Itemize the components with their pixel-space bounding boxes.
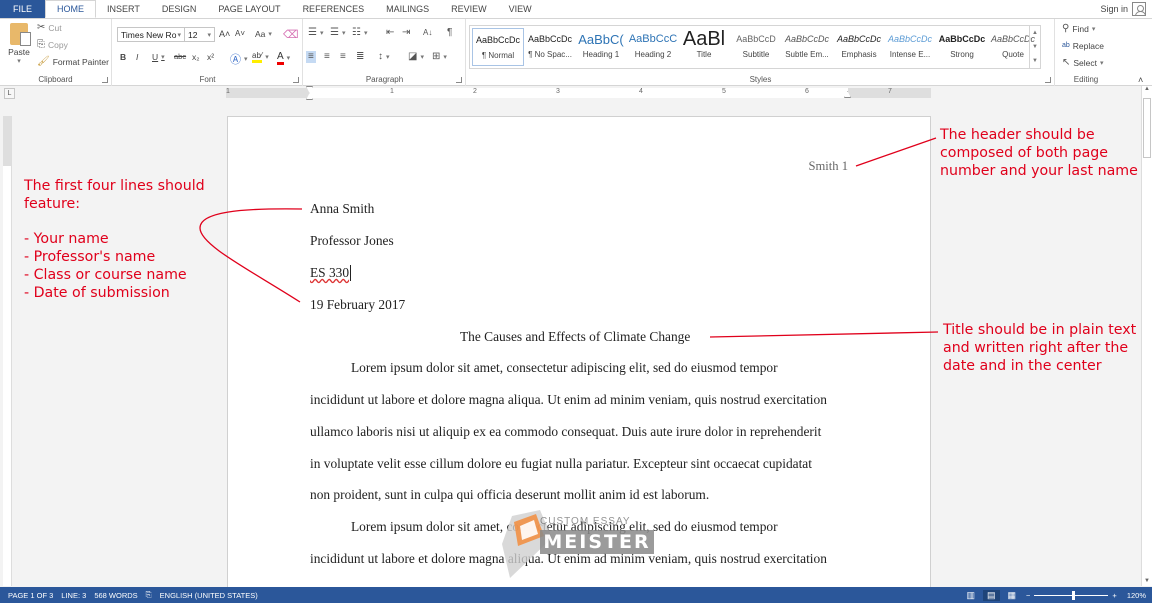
watermark-brand: MEISTER <box>540 530 654 554</box>
word-count[interactable]: 568 WORDS <box>94 591 137 600</box>
title-annotation: Title should be in plain text and writte… <box>943 322 1137 374</box>
zoom-slider-thumb[interactable] <box>1071 591 1075 600</box>
title-pointer-line <box>709 331 939 338</box>
header-annotation: The header should be composed of both pa… <box>940 127 1138 179</box>
watermark-top-text: CUSTOM ESSAY <box>540 516 631 527</box>
status-bar: PAGE 1 OF 3 LINE: 3 568 WORDS ⎘ ENGLISH … <box>0 587 1152 603</box>
language[interactable]: ENGLISH (UNITED STATES) <box>160 591 258 600</box>
zoom-level[interactable]: 120% <box>1127 591 1146 600</box>
page-count[interactable]: PAGE 1 OF 3 <box>8 591 53 600</box>
zoom-slider[interactable] <box>1034 590 1109 600</box>
first-lines-pointer-line <box>199 208 303 303</box>
proofing-icon[interactable]: ⎘ <box>146 590 152 600</box>
web-layout-icon[interactable]: ▦ <box>1008 590 1017 601</box>
watermark-logo: CUSTOM ESSAY MEISTER <box>500 508 660 583</box>
zoom-out-icon[interactable]: − <box>1026 591 1030 600</box>
line-number: LINE: 3 <box>61 590 87 600</box>
header-pointer-line <box>855 137 937 167</box>
zoom-in-icon[interactable]: + <box>1112 591 1116 600</box>
read-mode-icon[interactable]: ▥ <box>966 590 975 601</box>
first-lines-annotation: The first four lines should feature: - Y… <box>24 178 205 301</box>
print-layout-icon[interactable]: ▤ <box>983 589 1000 601</box>
